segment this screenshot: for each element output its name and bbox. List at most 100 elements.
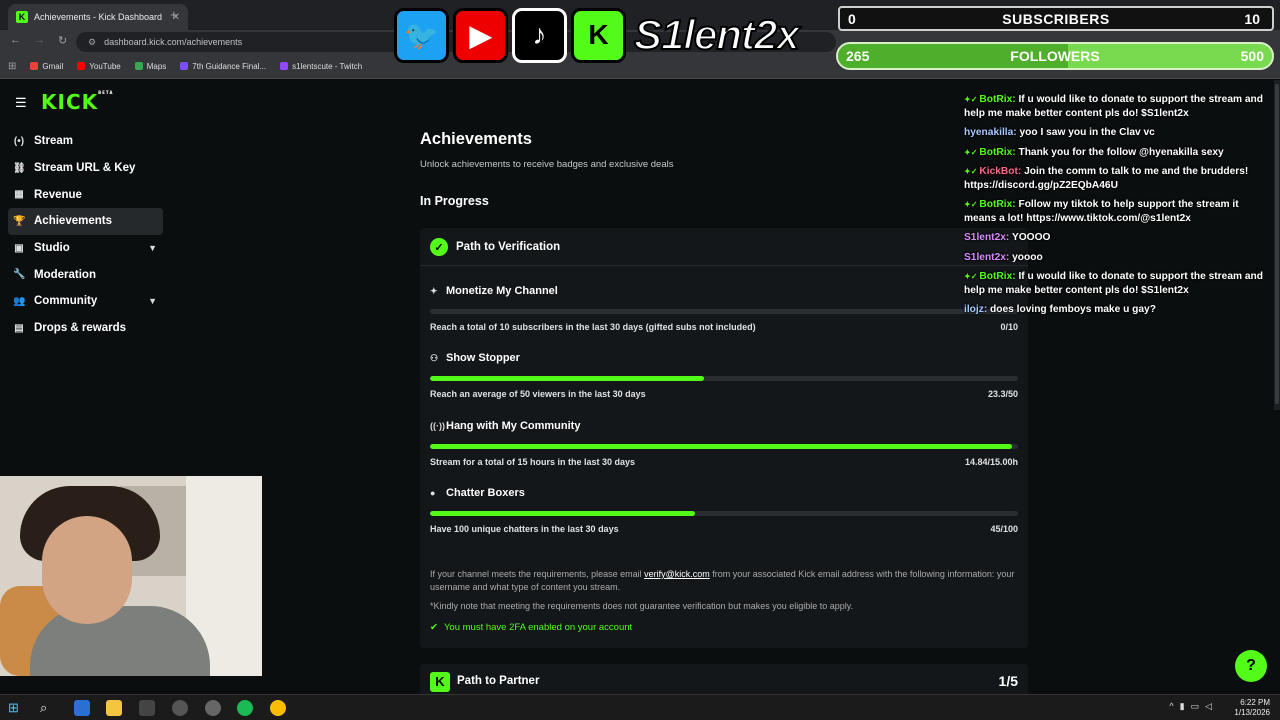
verification-info: If your channel meets the requirements, …	[430, 569, 1015, 592]
menu-icon[interactable]: ☰	[15, 95, 27, 111]
doc-icon	[180, 62, 189, 70]
chrome-icon[interactable]	[270, 700, 286, 716]
chevron-down-icon[interactable]: ▼	[148, 296, 157, 306]
stream-icon: (•)	[13, 135, 25, 147]
new-tab-button[interactable]: +	[170, 7, 178, 22]
taskbar: ⊞ ⌕ ^▮▭◁ 6:22 PM 1/13/2026	[0, 694, 1280, 720]
kick-favicon: K	[16, 11, 28, 23]
chat-message: ✦✓ BotRix: Follow my tiktok to help suppo…	[964, 198, 1264, 225]
app-icon[interactable]	[205, 700, 221, 716]
achievement-value: 23.3/50	[987, 389, 1018, 399]
achievement-desc: Stream for a total of 15 hours in the la…	[430, 457, 636, 467]
progress-track	[430, 444, 1018, 449]
back-icon[interactable]: ←	[10, 34, 21, 46]
scrollbar[interactable]	[1274, 80, 1280, 410]
verification-note: *Kindly note that meeting the requiremen…	[430, 601, 854, 611]
wrench-icon: 🔧	[13, 269, 26, 281]
sidebar-item-community[interactable]: 👥 Community ▼	[8, 288, 163, 315]
url-text: dashboard.kick.com/achievements	[104, 37, 243, 47]
sidebar-item-stream-url-key[interactable]: ⛓ Stream URL & Key	[8, 155, 163, 182]
spotify-icon[interactable]	[237, 700, 253, 716]
tiktok-icon: ♪	[512, 7, 567, 63]
achievement-item: ✦ Monetize My Channel Reach a total of 10…	[430, 285, 1018, 332]
follower-label: FOLLOWERS	[1010, 48, 1100, 64]
reload-icon[interactable]: ↻	[58, 34, 67, 47]
achievement-name: Monetize My Channel	[446, 285, 558, 297]
gift-icon: ▤	[14, 322, 24, 334]
achievement-value: 14.84/15.00h	[964, 457, 1018, 467]
chat-username: S1lent2x	[964, 232, 1006, 243]
bookmark-gmail[interactable]: Gmail	[30, 62, 63, 71]
channel-name: S1lent2x	[633, 10, 801, 59]
link-icon: ⛓	[13, 162, 26, 174]
progress-track	[430, 511, 1018, 516]
store-icon[interactable]	[74, 700, 90, 716]
chat-username: ilojz	[964, 304, 984, 315]
sidebar-item-moderation[interactable]: 🔧 Moderation	[8, 261, 163, 288]
card-header[interactable]: ✓ Path to Verification	[430, 238, 560, 256]
windows-start-icon[interactable]: ⊞	[8, 700, 24, 716]
social-overlay: 🐦 ▶ ♪ K S1lent2x	[394, 6, 801, 64]
browser-tab[interactable]: K Achievements - Kick Dashboard ✕	[8, 4, 188, 30]
progress-fill	[430, 376, 704, 381]
search-icon[interactable]: ⌕	[40, 700, 56, 716]
chat-message: ✦✓ BotRix: If u would like to donate to s…	[964, 93, 1264, 120]
kick-logo[interactable]: KICKBETA	[41, 90, 113, 114]
broadcast-icon: ((·))	[430, 421, 445, 431]
sidebar-item-studio[interactable]: ▣ Studio ▼	[8, 235, 163, 262]
bot-badge-icon: ✦✓	[964, 167, 978, 176]
bookmark-maps[interactable]: Maps	[134, 62, 166, 71]
twofa-requirement: ✔ You must have 2FA enabled on your accou…	[430, 622, 633, 633]
check-icon: ✔	[430, 622, 438, 633]
chat-username: hyenakilla	[964, 127, 1014, 138]
chat-username: BotRix	[979, 199, 1013, 210]
viewers-icon: ⚇	[430, 352, 439, 363]
sidebar-item-stream[interactable]: (•) Stream	[8, 128, 163, 155]
app-icon[interactable]	[139, 700, 155, 716]
sidebar-item-achievements[interactable]: 🏆 Achievements	[8, 208, 163, 235]
twitch-icon	[280, 62, 289, 70]
system-tray-icons[interactable]: ^▮▭◁	[1169, 701, 1218, 712]
revenue-icon: ▦	[14, 189, 24, 201]
achievement-value: 0/10	[1000, 322, 1018, 332]
tab-title: Achievements - Kick Dashboard	[34, 12, 163, 22]
site-info-icon[interactable]: ⚙	[88, 37, 96, 48]
achievement-item: ((·)) Hang with My Community Stream for a…	[430, 420, 1018, 467]
bookmark-guidance[interactable]: 7th Guidance Final...	[180, 62, 266, 71]
gmail-icon	[30, 62, 39, 70]
page-subtitle: Unlock achievements to receive badges an…	[420, 159, 674, 170]
folder-icon[interactable]	[106, 700, 122, 716]
achievement-name: Hang with My Community	[446, 420, 581, 432]
bookmark-youtube[interactable]: YouTube	[77, 62, 121, 71]
verify-email-link[interactable]: verify@kick.com	[644, 569, 710, 579]
scrollbar-thumb[interactable]	[1275, 84, 1279, 404]
sidebar-item-revenue[interactable]: ▦ Revenue	[8, 181, 163, 208]
progress-fill	[430, 511, 695, 516]
bookmark-twitch[interactable]: s1lentscute - Twitch	[280, 62, 362, 71]
obs-icon[interactable]	[172, 700, 188, 716]
chat-text: yoo I saw you in the Clav vc	[1019, 127, 1155, 138]
apps-icon[interactable]: ⊞	[8, 61, 16, 72]
kick-partner-icon: K	[430, 672, 450, 692]
section-heading: In Progress	[420, 194, 489, 208]
twitter-icon: 🐦	[394, 7, 449, 63]
trophy-icon: 🏆	[13, 215, 26, 227]
chevron-down-icon[interactable]: ▼	[148, 243, 157, 253]
achievement-desc: Reach a total of 10 subscribers in the l…	[430, 322, 756, 332]
follower-goal: 500	[1240, 48, 1264, 64]
achievement-item: ⚇ Show Stopper Reach an average of 50 vie…	[430, 352, 1018, 399]
bot-badge-icon: ✦✓	[964, 272, 978, 281]
partner-count: 1/5	[998, 673, 1018, 689]
clock[interactable]: 6:22 PM 1/13/2026	[1234, 698, 1270, 718]
chat-message: hyenakilla: yoo I saw you in the Clav vc	[964, 126, 1264, 140]
sidebar-item-drops-rewards[interactable]: ▤ Drops & rewards	[8, 315, 163, 342]
forward-icon[interactable]: →	[34, 34, 45, 46]
progress-track	[430, 309, 1018, 314]
subscriber-goal: 10	[1244, 11, 1260, 27]
card-title: Path to Verification	[456, 241, 561, 253]
progress-fill	[430, 444, 1012, 449]
help-button[interactable]: ?	[1235, 650, 1267, 682]
partner-card[interactable]: K Path to Partner 1/5	[420, 664, 1028, 698]
subscriber-goal-bar: 0 SUBSCRIBERS 10	[838, 6, 1274, 31]
achievement-item: ● Chatter Boxers Have 100 unique chatters…	[430, 487, 1018, 534]
